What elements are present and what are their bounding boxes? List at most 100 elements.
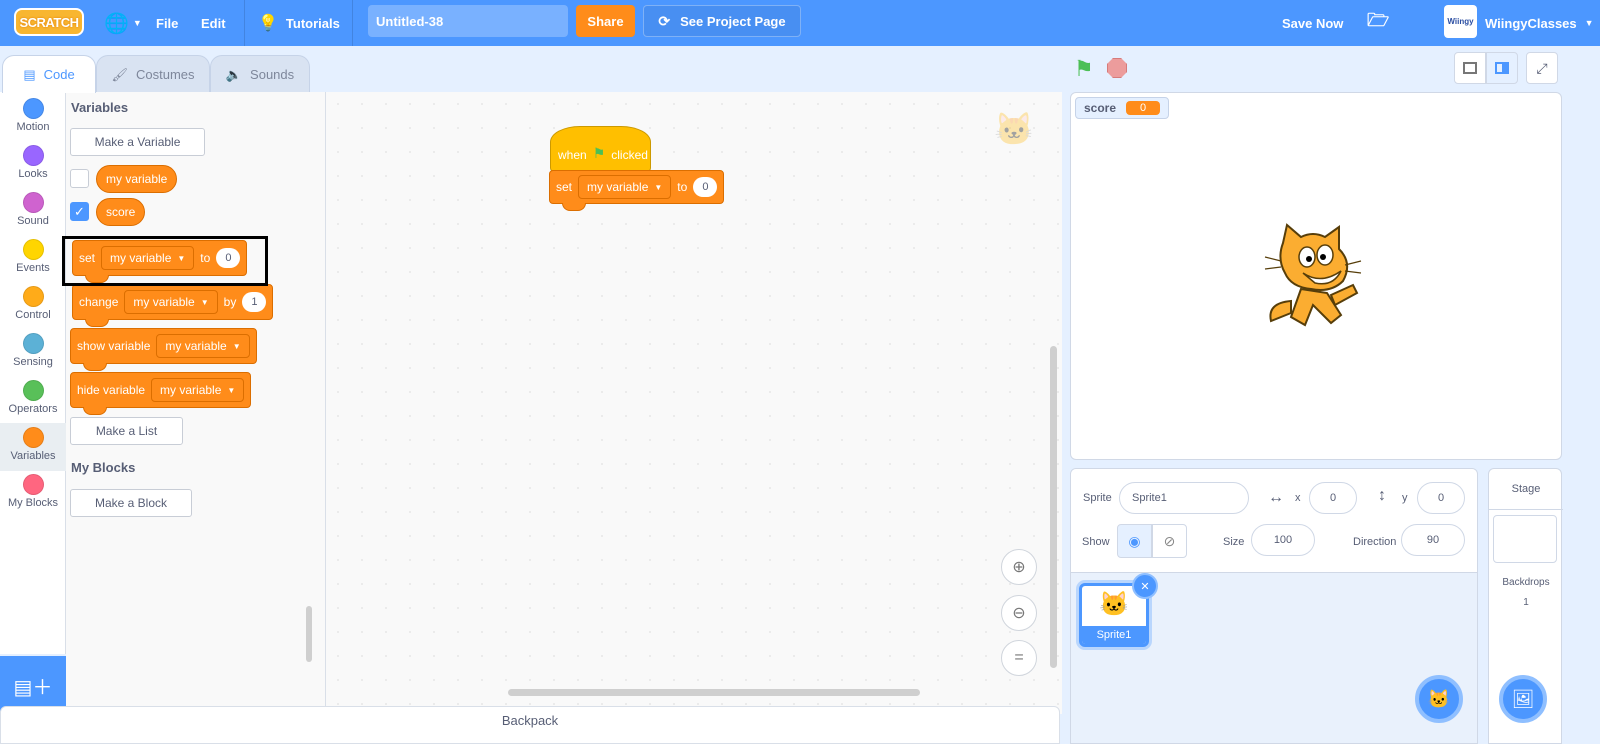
- scratch-cat-sprite[interactable]: [1261, 221, 1365, 333]
- category-label: Sound: [17, 215, 49, 227]
- category-sound[interactable]: Sound: [0, 188, 66, 236]
- x-position-input[interactable]: 0: [1309, 482, 1357, 514]
- variable-dropdown[interactable]: my variable ▼: [578, 175, 672, 199]
- category-events[interactable]: Events: [0, 235, 66, 283]
- category-sensing[interactable]: Sensing: [0, 329, 66, 377]
- category-looks[interactable]: Looks: [0, 141, 66, 189]
- block-text: change: [79, 295, 119, 309]
- caret-down-icon: ▼: [654, 182, 663, 192]
- y-position-input[interactable]: 0: [1417, 482, 1465, 514]
- show-sprite-button[interactable]: ◉: [1117, 524, 1152, 558]
- variables-heading: Variables: [71, 100, 129, 115]
- palette-scrollbar[interactable]: [306, 606, 312, 662]
- category-my-blocks[interactable]: My Blocks: [0, 470, 66, 518]
- small-stage-button[interactable]: [1454, 52, 1486, 84]
- save-now-button[interactable]: Save Now: [1282, 0, 1343, 46]
- category-label: Sensing: [13, 356, 53, 368]
- control-color-icon: [22, 286, 44, 307]
- choose-backdrop-button[interactable]: 🖼: [1499, 675, 1547, 723]
- speaker-icon: 🔈: [225, 66, 243, 82]
- delete-sprite-button[interactable]: ✕: [1132, 573, 1158, 599]
- score-reporter[interactable]: score: [96, 198, 146, 226]
- tab-costumes[interactable]: 🖌 Costumes: [96, 55, 210, 93]
- score-monitor[interactable]: score 0: [1075, 97, 1170, 119]
- category-variables[interactable]: Variables: [0, 423, 66, 471]
- caret-down-icon: ▼: [227, 385, 236, 395]
- value-input[interactable]: 0: [693, 177, 718, 197]
- share-button[interactable]: Share: [576, 5, 635, 37]
- backdrop-thumbnail[interactable]: [1493, 515, 1557, 563]
- zoom-in-icon: ⊕: [1012, 559, 1026, 576]
- sprite-thumbnail-label: Sprite1: [1082, 626, 1146, 644]
- block-text: show variable: [77, 339, 151, 353]
- variable-dropdown[interactable]: my variable ▼: [151, 378, 245, 402]
- y-label: y: [1402, 492, 1408, 504]
- variable-dropdown[interactable]: my variable ▼: [124, 290, 218, 314]
- zoom-out-button[interactable]: ⊖: [1001, 595, 1037, 631]
- divider: [1489, 509, 1563, 510]
- fullscreen-icon: ⤢: [1536, 59, 1548, 76]
- tab-sounds[interactable]: 🔈 Sounds: [210, 55, 310, 93]
- backpack[interactable]: Backpack: [0, 706, 1060, 744]
- choose-sprite-button[interactable]: 🐱: [1415, 675, 1463, 723]
- hide-sprite-button[interactable]: ⊘: [1152, 524, 1187, 558]
- block-text: set: [556, 180, 573, 194]
- workspace-horizontal-scrollbar[interactable]: [508, 689, 920, 696]
- category-control[interactable]: Control: [0, 282, 66, 330]
- block-text: clicked: [611, 148, 648, 162]
- variable-dropdown[interactable]: my variable ▼: [156, 334, 250, 358]
- stop-button[interactable]: [1107, 58, 1127, 78]
- trash-icon: ✕: [1140, 580, 1150, 593]
- sprite-info: Sprite Sprite1 ↔ x 0 ↕ y 0 Show ◉ ⊘ Size…: [1071, 469, 1477, 573]
- change-variable-block[interactable]: change my variable ▼ by 1: [72, 284, 274, 327]
- green-flag-button[interactable]: ⚑: [1074, 56, 1094, 82]
- scratch-logo[interactable]: SCRATCH: [14, 8, 84, 36]
- stage-canvas[interactable]: score 0: [1070, 92, 1562, 460]
- language-menu[interactable]: 🌐 ▼: [104, 0, 142, 46]
- edit-menu[interactable]: Edit: [201, 0, 226, 46]
- tab-code[interactable]: ▤ Code: [2, 55, 96, 93]
- fullscreen-button[interactable]: ⤢: [1526, 52, 1558, 84]
- my-variable-reporter[interactable]: my variable: [96, 165, 178, 193]
- project-title-input[interactable]: [368, 5, 568, 37]
- when-flag-clicked-block[interactable]: when ⚑ clicked: [550, 126, 651, 172]
- make-variable-button[interactable]: Make a Variable: [70, 128, 205, 156]
- make-block-button[interactable]: Make a Block: [70, 489, 192, 517]
- avatar[interactable]: Wiingy: [1444, 5, 1477, 38]
- category-motion[interactable]: Motion: [0, 94, 66, 142]
- zoom-in-button[interactable]: ⊕: [1001, 549, 1037, 585]
- account-menu[interactable]: WiingyClasses ▼: [1485, 0, 1594, 46]
- caret-down-icon: ▼: [232, 341, 241, 351]
- workspace-vertical-scrollbar[interactable]: [1050, 346, 1057, 668]
- tutorials-button[interactable]: 💡 Tutorials: [258, 0, 340, 46]
- make-list-button[interactable]: Make a List: [70, 417, 183, 445]
- file-menu[interactable]: File: [156, 0, 178, 46]
- folder-icon[interactable]: 🗁: [1367, 0, 1389, 46]
- x-label: x: [1295, 492, 1301, 504]
- sprite-cat-watermark-icon: 🐱: [994, 111, 1034, 147]
- block-palette: Variables Make a Variable my variable ✓ …: [66, 92, 326, 714]
- score-checkbox[interactable]: ✓: [70, 202, 89, 221]
- brush-icon: 🖌: [111, 66, 128, 82]
- dropdown-value: my variable: [587, 180, 649, 194]
- equals-icon: =: [1014, 649, 1024, 666]
- script-set-variable-block[interactable]: set my variable ▼ to 0: [549, 170, 725, 211]
- events-color-icon: [22, 239, 44, 260]
- hide-variable-block[interactable]: hide variable my variable ▼: [70, 372, 252, 415]
- see-project-page-button[interactable]: ⟳ See Project Page: [643, 5, 801, 37]
- sprite-pane: Sprite Sprite1 ↔ x 0 ↕ y 0 Show ◉ ⊘ Size…: [1070, 468, 1478, 744]
- horizontal-arrows-icon: ↔: [1268, 489, 1284, 506]
- size-input[interactable]: 100: [1251, 524, 1315, 556]
- my-variable-checkbox[interactable]: [70, 169, 89, 188]
- show-label: Show: [1082, 536, 1110, 548]
- normal-stage-button[interactable]: [1486, 52, 1518, 84]
- dropdown-value: my variable: [165, 339, 227, 353]
- value-input[interactable]: 1: [242, 292, 267, 312]
- category-operators[interactable]: Operators: [0, 376, 66, 424]
- sprite-name-input[interactable]: Sprite1: [1119, 482, 1249, 514]
- block-notch: [83, 363, 107, 371]
- show-variable-block[interactable]: show variable my variable ▼: [70, 328, 257, 371]
- reset-zoom-button[interactable]: =: [1001, 640, 1037, 676]
- direction-input[interactable]: 90: [1401, 524, 1465, 556]
- stage-selector[interactable]: Stage Backdrops 1 🖼: [1488, 468, 1563, 744]
